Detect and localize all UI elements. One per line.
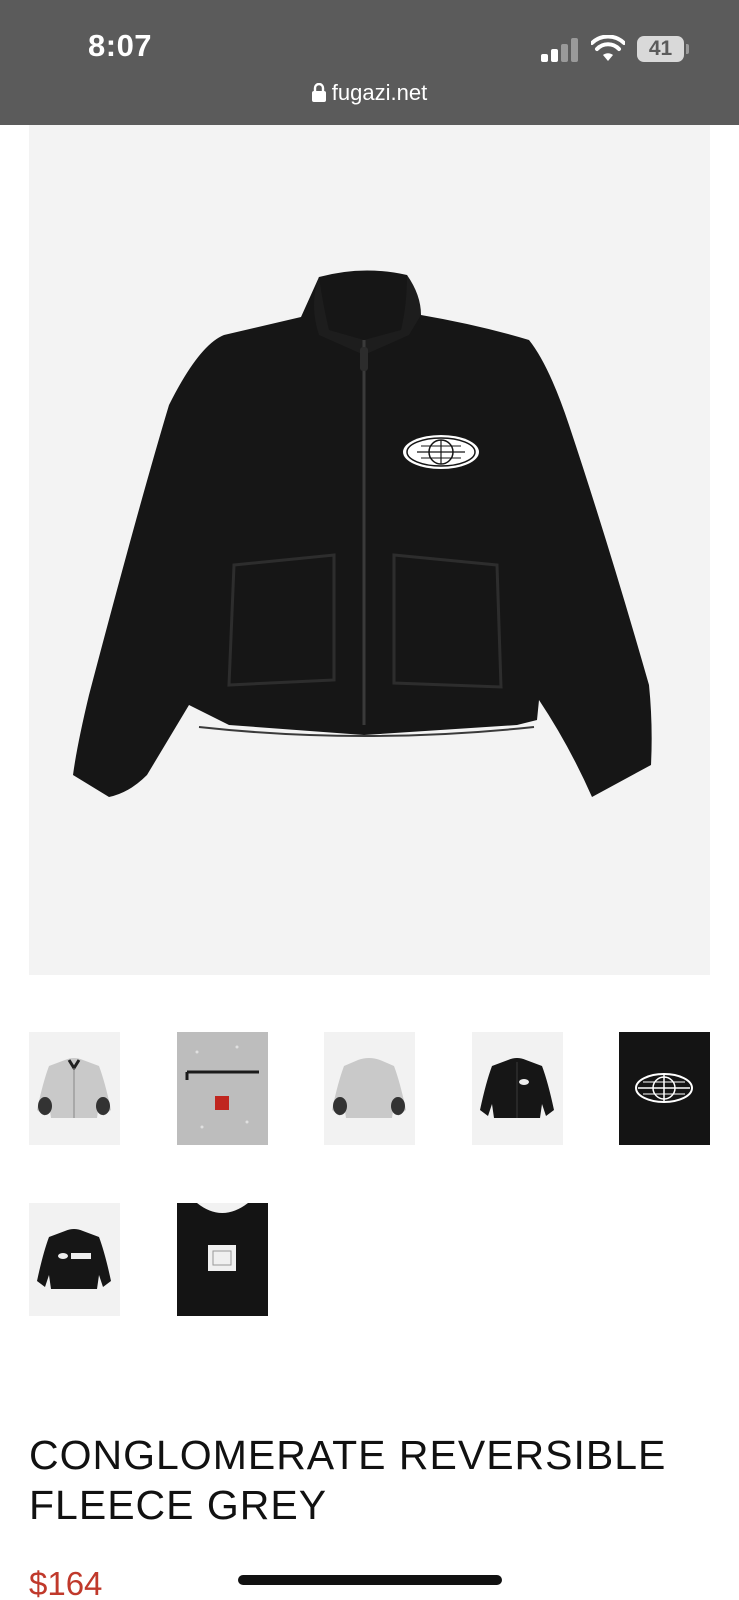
product-price: $164 [29, 1565, 103, 1600]
address-bar[interactable]: fugazi.net [0, 80, 739, 106]
grey-fleece-front-image [29, 1032, 120, 1145]
url-text: fugazi.net [331, 80, 428, 105]
battery-level: 41 [648, 37, 673, 60]
product-title: CONGLOMERATE REVERSIBLE FLEECE GREY [29, 1432, 667, 1528]
black-jacket-front-image [472, 1032, 563, 1145]
wifi-icon [591, 35, 625, 61]
thumbnail-grey-fleece-front[interactable] [29, 1032, 120, 1145]
thumbnail-grey-fleece-back[interactable] [324, 1032, 415, 1145]
fleece-detail-image [177, 1032, 268, 1145]
home-indicator[interactable] [238, 1575, 502, 1585]
grey-fleece-back-image [324, 1032, 415, 1145]
product-main-image[interactable] [29, 125, 710, 975]
thumbnail-black-jacket-2008[interactable] [29, 1203, 120, 1316]
thumbnail-globe-logo[interactable] [619, 1032, 710, 1145]
battery-icon: 41 [637, 36, 689, 62]
thumbnail-fleece-detail[interactable] [177, 1032, 268, 1145]
thumbnail-black-jacket-label[interactable] [177, 1203, 268, 1316]
jacket-illustration [73, 270, 652, 797]
status-bar: 8:07 41 fugazi.net [0, 0, 739, 125]
lock-icon [311, 83, 326, 102]
black-jacket-label-image [177, 1203, 268, 1316]
clock: 8:07 [88, 28, 153, 63]
thumbnail-black-jacket-front[interactable] [472, 1032, 563, 1145]
globe-logo-icon [619, 1032, 710, 1145]
cellular-signal-icon [541, 38, 579, 62]
black-jacket-2008-image [29, 1203, 120, 1316]
